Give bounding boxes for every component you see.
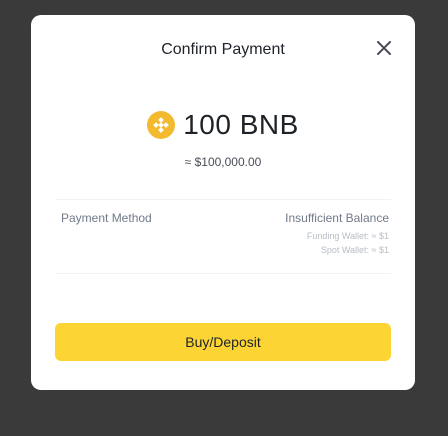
amount-row: 100 BNB (31, 107, 415, 143)
close-icon (377, 41, 391, 55)
close-button[interactable] (373, 37, 395, 59)
funding-wallet-balance: Funding Wallet: ≈ $1 (306, 231, 389, 241)
divider-bottom (55, 273, 391, 274)
payment-amount: 100 BNB (183, 109, 299, 140)
divider-top (55, 199, 391, 200)
spot-wallet-balance: Spot Wallet: ≈ $1 (320, 245, 389, 255)
buy-deposit-button[interactable]: Buy/Deposit (55, 323, 391, 361)
insufficient-balance-status: Insufficient Balance (285, 211, 389, 225)
modal-title: Confirm Payment (161, 41, 285, 58)
payment-method-label: Payment Method (61, 211, 152, 225)
bnb-coin-icon (147, 111, 176, 139)
modal-header: Confirm Payment (31, 37, 415, 63)
fiat-equivalent: ≈ $100,000.00 (184, 155, 262, 169)
confirm-payment-modal: Confirm Payment 100 BNB ≈ $100,000.00 Pa… (31, 15, 415, 390)
